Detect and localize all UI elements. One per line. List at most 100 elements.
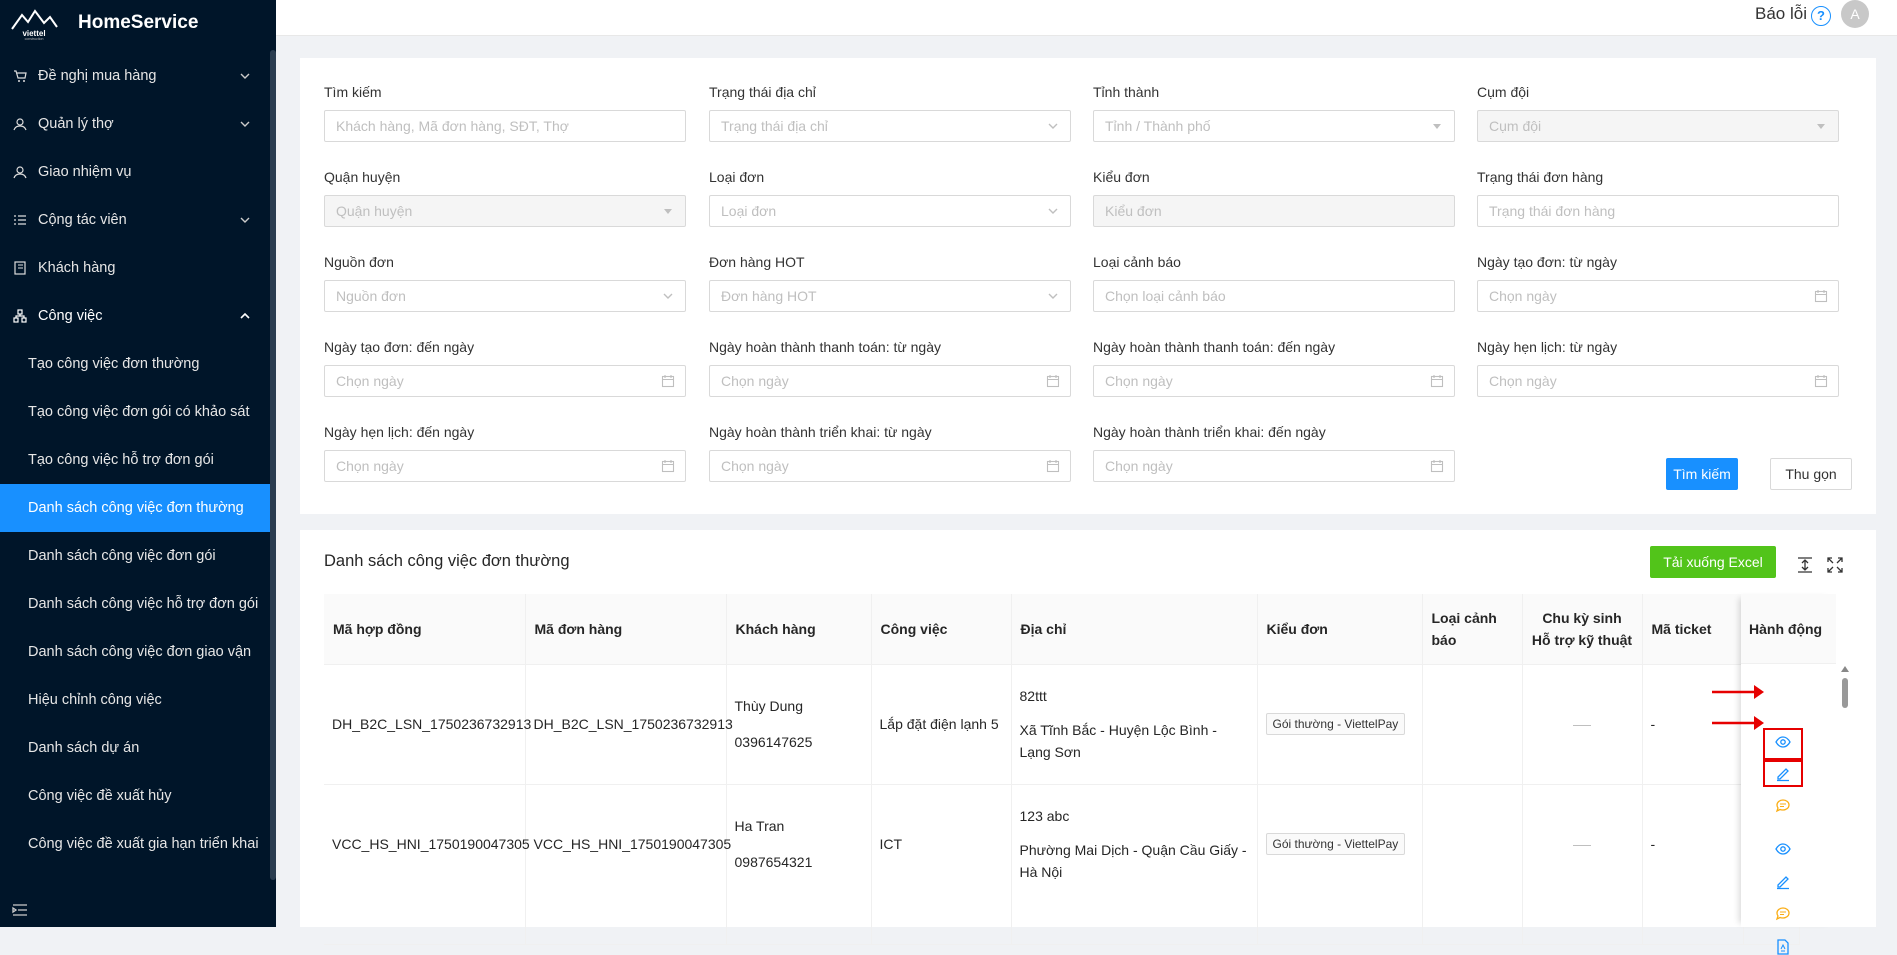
column-header[interactable]: Chu kỳ sinh Hỗ trợ kỹ thuật <box>1522 594 1643 665</box>
file-pdf-icon[interactable] <box>1775 939 1791 955</box>
column-header[interactable]: Loại cảnh báo <box>1422 594 1523 665</box>
edit-icon[interactable] <box>1775 874 1791 890</box>
menu-fold-icon[interactable] <box>12 903 28 917</box>
comment-icon[interactable] <box>1775 798 1791 814</box>
sidebar-subitem-label: Danh sách công việc đơn thường <box>28 500 244 516</box>
column-header[interactable]: Mã hợp đồng <box>324 594 526 665</box>
filter-15-label: Ngày hẹn lịch: từ ngày <box>1477 339 1618 355</box>
filter-13-input[interactable]: Chọn ngày <box>709 365 1071 397</box>
sidebar-item-technicians[interactable]: Quản lý thợ <box>0 100 270 148</box>
column-header[interactable]: Kiểu đơn <box>1257 594 1423 665</box>
sidebar-item-customers[interactable]: Khách hàng <box>0 244 270 292</box>
sidebar-subitem-create-standard-job[interactable]: Tạo công việc đơn thường <box>0 340 270 388</box>
customer-name: Ha Tran <box>734 818 785 834</box>
table-row[interactable]: VCC_HS_HNI_1750190047305 VCC_HS_HNI_1750… <box>324 784 1800 945</box>
filter-6-label: Kiểu đơn <box>1093 169 1150 185</box>
eye-icon[interactable] <box>1775 841 1791 857</box>
comment-icon[interactable] <box>1775 906 1791 922</box>
download-excel-button[interactable]: Tải xuống Excel <box>1650 546 1776 578</box>
filter-7-input[interactable]: Trạng thái đơn hàng <box>1477 195 1839 227</box>
column-header[interactable]: Công việc <box>871 594 1012 665</box>
column-height-icon[interactable] <box>1796 556 1814 574</box>
sidebar-subitem-delivery-job-list[interactable]: Danh sách công việc đơn giao vận <box>0 628 270 676</box>
avatar[interactable]: A <box>1841 0 1869 28</box>
column-header[interactable]: Mã đơn hàng <box>525 594 727 665</box>
filter-18-input[interactable]: Chọn ngày <box>1093 450 1455 482</box>
sidebar-item-collaborators[interactable]: Cộng tác viên <box>0 196 270 244</box>
filter-5-input[interactable]: Loại đơn <box>709 195 1071 227</box>
filter-7-label: Trạng thái đơn hàng <box>1477 169 1604 185</box>
filter-4-input[interactable]: Quận huyện <box>324 195 686 227</box>
placeholder-text: Chọn ngày <box>336 458 404 474</box>
table-row[interactable]: DH_B2C_LSN_1750236732913 DH_B2C_LSN_1750… <box>324 664 1800 785</box>
app-logo[interactable]: viettel construction HomeService <box>0 0 276 46</box>
placeholder-text: Quận huyện <box>336 203 413 219</box>
chevron-up-icon <box>240 312 250 319</box>
filter-15-input[interactable]: Chọn ngày <box>1477 365 1839 397</box>
empty-value-indicator <box>1573 724 1591 726</box>
filter-8-label: Nguồn đơn <box>324 254 394 270</box>
search-button[interactable]: Tìm kiếm <box>1666 458 1738 490</box>
sidebar-subitem-standard-job-list[interactable]: Danh sách công việc đơn thường <box>0 484 270 532</box>
collapse-button[interactable]: Thu gọn <box>1770 458 1852 490</box>
top-header: Báo lỗi ? A <box>276 0 1897 36</box>
sidebar-subitem-cancel-requests[interactable]: Công việc đề xuất hủy <box>0 772 270 820</box>
support-cycle-cell <box>1522 664 1643 785</box>
chevron-down-icon <box>240 217 250 223</box>
app-name: HomeService <box>78 12 199 33</box>
sidebar-item-label: Khách hàng <box>38 260 116 276</box>
filter-9-input[interactable]: Đơn hàng HOT <box>709 280 1071 312</box>
customer-name: Thùy Dung <box>734 698 803 714</box>
order-type-cell: Gói thường - ViettelPay <box>1257 784 1423 945</box>
sidebar-subitem-label: Danh sách công việc đơn giao vận <box>28 644 252 660</box>
sidebar-scrollbar[interactable] <box>270 50 276 880</box>
address-cell: 82ttt Xã Tĩnh Bắc - Huyện Lộc Bình - Lạn… <box>1011 664 1258 785</box>
filter-10-input[interactable]: Chọn loại cảnh báo <box>1093 280 1455 312</box>
sidebar-subitem-label: Danh sách công việc đơn gói <box>28 548 216 564</box>
report-bug-link[interactable]: Báo lỗi <box>1755 4 1807 24</box>
sidebar-subitem-project-list[interactable]: Danh sách dự án <box>0 724 270 772</box>
filter-1-input[interactable]: Trạng thái địa chỉ <box>709 110 1071 142</box>
list-title: Danh sách công việc đơn thường <box>324 552 570 570</box>
column-header[interactable]: Mã ticket <box>1642 594 1744 665</box>
filter-panel: Tìm kiếm Khách hàng, Mã đơn hàng, SĐT, Th… <box>300 58 1876 514</box>
filter-6-input[interactable]: Kiểu đơn <box>1093 195 1455 227</box>
sidebar-item-jobs[interactable]: Công việc <box>0 292 270 340</box>
placeholder-text: Trạng thái địa chỉ <box>721 118 828 134</box>
filter-17-label: Ngày hoàn thành triển khai: từ ngày <box>709 424 932 440</box>
placeholder-text: Chọn ngày <box>336 373 404 389</box>
sidebar-subitem-package-support-list[interactable]: Danh sách công việc hỗ trợ đơn gói <box>0 580 270 628</box>
sidebar-subitem-package-job-list[interactable]: Danh sách công việc đơn gói <box>0 532 270 580</box>
filter-17-input[interactable]: Chọn ngày <box>709 450 1071 482</box>
filter-16-input[interactable]: Chọn ngày <box>324 450 686 482</box>
column-header[interactable]: Địa chỉ <box>1011 594 1258 665</box>
address-line1: 123 abc <box>1019 808 1070 824</box>
filter-2-input[interactable]: Tỉnh / Thành phố <box>1093 110 1455 142</box>
sidebar-subitem-adjust-job[interactable]: Hiệu chỉnh công việc <box>0 676 270 724</box>
cluster-icon <box>12 308 28 324</box>
table-vertical-scrollbar[interactable] <box>1840 664 1850 927</box>
placeholder-text: Nguồn đơn <box>336 288 406 304</box>
sidebar-item-label: Đề nghị mua hàng <box>38 68 157 84</box>
highlight-box-view <box>1763 728 1803 760</box>
sidebar: viettel construction HomeService Đề nghị… <box>0 0 276 927</box>
filter-14-input[interactable]: Chọn ngày <box>1093 365 1455 397</box>
sidebar-subitem-create-package-survey-job[interactable]: Tạo công việc đơn gói có khảo sát <box>0 388 270 436</box>
filter-11-input[interactable]: Chọn ngày <box>1477 280 1839 312</box>
filter-10-label: Loại cảnh báo <box>1093 254 1181 270</box>
calendar-icon <box>661 375 675 388</box>
sidebar-subitem-extension-requests[interactable]: Công việc đề xuất gia hạn triển khai <box>0 820 270 868</box>
sidebar-item-assign-task[interactable]: Giao nhiệm vụ <box>0 148 270 196</box>
filter-12-label: Ngày tạo đơn: đến ngày <box>324 339 475 355</box>
help-icon[interactable]: ? <box>1811 6 1831 26</box>
sidebar-subitem-label: Công việc đề xuất gia hạn triển khai <box>28 836 259 852</box>
contract-code-cell: VCC_HS_HNI_1750190047305 <box>324 784 530 945</box>
sidebar-item-purchase-request[interactable]: Đề nghị mua hàng <box>0 52 270 100</box>
column-header[interactable]: Khách hàng <box>726 594 872 665</box>
fullscreen-icon[interactable] <box>1826 556 1844 574</box>
sidebar-subitem-create-package-support-job[interactable]: Tạo công việc hỗ trợ đơn gói <box>0 436 270 484</box>
filter-0-input[interactable]: Khách hàng, Mã đơn hàng, SĐT, Thợ <box>324 110 686 142</box>
filter-8-input[interactable]: Nguồn đơn <box>324 280 686 312</box>
filter-12-input[interactable]: Chọn ngày <box>324 365 686 397</box>
filter-3-input[interactable]: Cụm đội <box>1477 110 1839 142</box>
